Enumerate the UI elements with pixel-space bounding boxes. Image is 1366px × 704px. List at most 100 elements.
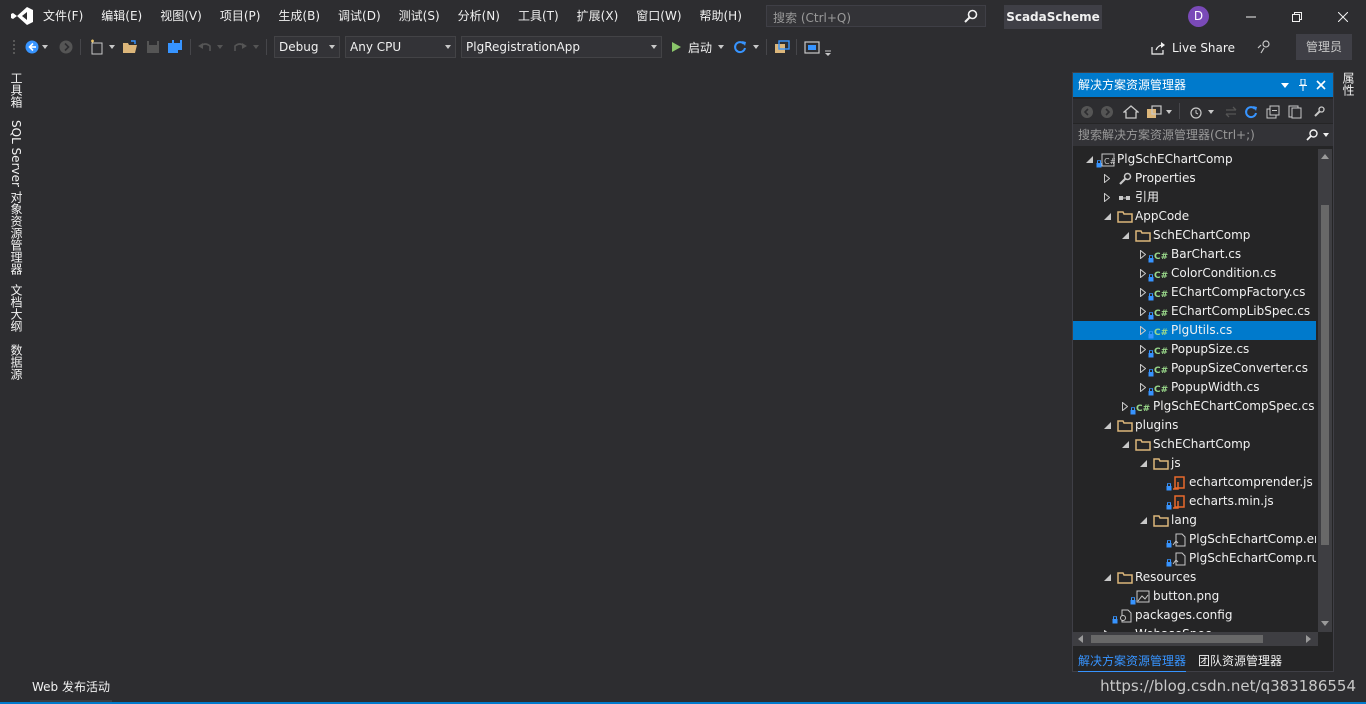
menu-debug[interactable]: 调试(D) <box>329 0 390 33</box>
menu-project[interactable]: 项目(P) <box>211 0 270 33</box>
platform-select[interactable]: Any CPU <box>345 36 456 58</box>
tree-vertical-scrollbar[interactable] <box>1318 149 1332 632</box>
menu-analyze[interactable]: 分析(N) <box>449 0 509 33</box>
menu-extensions[interactable]: 扩展(X) <box>568 0 628 33</box>
tree-row[interactable]: button.png <box>1073 587 1316 606</box>
se-home-button[interactable] <box>1122 102 1140 122</box>
tree-row[interactable]: 引用 <box>1073 188 1316 207</box>
expanded-arrow-icon[interactable] <box>1138 454 1148 473</box>
expanded-arrow-icon[interactable] <box>1084 150 1094 169</box>
quick-search-input[interactable]: 搜索 (Ctrl+Q) <box>766 5 986 27</box>
tree-row[interactable]: SchEChartComp <box>1073 226 1316 245</box>
tree-row[interactable]: Properties <box>1073 169 1316 188</box>
tab-toolbox[interactable]: 工具箱 <box>8 72 24 108</box>
expanded-arrow-icon[interactable] <box>1138 511 1148 530</box>
close-button[interactable] <box>1320 0 1366 33</box>
tree-row[interactable]: C# PlgUtils.cs <box>1073 321 1316 340</box>
tree-row[interactable]: packages.config <box>1073 606 1316 625</box>
tab-properties[interactable]: 属性 <box>1340 72 1356 96</box>
save-all-button[interactable] <box>166 37 184 57</box>
scroll-up-icon[interactable] <box>1321 153 1329 159</box>
tree-row[interactable]: C# PlgSchEChartCompSpec.cs <box>1073 397 1316 416</box>
menu-file[interactable]: 文件(F) <box>34 0 92 33</box>
se-switch-views-button[interactable] <box>1145 102 1163 122</box>
menu-edit[interactable]: 编辑(E) <box>92 0 151 33</box>
tree-row[interactable]: C#PlgSchEChartComp <box>1073 150 1316 169</box>
horizontal-scroll-thumb[interactable] <box>1091 635 1263 643</box>
minimize-button[interactable] <box>1228 0 1274 33</box>
tree-row[interactable]: Resources <box>1073 568 1316 587</box>
user-avatar[interactable]: D <box>1188 6 1209 27</box>
tree-row[interactable]: C# BarChart.cs <box>1073 245 1316 264</box>
tree-row[interactable]: C# EChartCompLibSpec.cs <box>1073 302 1316 321</box>
expanded-arrow-icon[interactable] <box>1102 207 1112 226</box>
se-sync-button[interactable] <box>1223 102 1239 122</box>
collapsed-arrow-icon[interactable] <box>1138 245 1148 264</box>
redo-button[interactable] <box>232 37 248 57</box>
tree-row[interactable]: PlgSchEchartComp.ru.js <box>1073 549 1316 568</box>
collapsed-arrow-icon[interactable] <box>1138 378 1148 397</box>
menu-test[interactable]: 测试(S) <box>390 0 449 33</box>
navigate-forward-button[interactable] <box>58 37 74 57</box>
vertical-scroll-thumb[interactable] <box>1321 205 1329 545</box>
tree-row[interactable]: echarts.min.js <box>1073 492 1316 511</box>
tab-solution-explorer[interactable]: 解决方案资源管理器 <box>1078 651 1187 672</box>
open-file-button[interactable] <box>121 37 139 57</box>
pin-button[interactable] <box>1299 73 1307 97</box>
se-collapse-all-button[interactable] <box>1265 102 1281 122</box>
tree-row[interactable]: PlgSchEchartComp.en.js <box>1073 530 1316 549</box>
back-dropdown[interactable] <box>41 37 49 57</box>
collapsed-arrow-icon[interactable] <box>1138 359 1148 378</box>
tree-row[interactable]: C# EChartCompFactory.cs <box>1073 283 1316 302</box>
collapsed-arrow-icon[interactable] <box>1138 302 1148 321</box>
se-refresh-button[interactable] <box>1243 102 1259 122</box>
navigate-back-button[interactable] <box>24 37 40 57</box>
new-dropdown[interactable] <box>108 37 116 57</box>
redo-dropdown[interactable] <box>252 37 260 57</box>
collapsed-arrow-icon[interactable] <box>1102 169 1112 188</box>
tree-row[interactable]: C# ColorCondition.cs <box>1073 264 1316 283</box>
tree-row[interactable]: lang <box>1073 511 1316 530</box>
solution-search-input[interactable]: 搜索解决方案资源管理器(Ctrl+;) <box>1073 124 1333 146</box>
tree-row[interactable]: C# PopupSizeConverter.cs <box>1073 359 1316 378</box>
menu-tools[interactable]: 工具(T) <box>509 0 568 33</box>
web-publish-activity-tab[interactable]: Web 发布活动 <box>32 678 110 696</box>
refresh-button[interactable] <box>731 37 749 57</box>
collapsed-arrow-icon[interactable] <box>1138 340 1148 359</box>
tab-document-outline[interactable]: 文档大纲 <box>8 284 24 332</box>
tree-row[interactable]: C# PopupSize.cs <box>1073 340 1316 359</box>
new-project-button[interactable] <box>88 37 106 57</box>
tree-row[interactable]: echartcomprender.js <box>1073 473 1316 492</box>
browser-link-button[interactable] <box>773 37 791 57</box>
refresh-dropdown[interactable] <box>751 37 761 57</box>
menu-window[interactable]: 窗口(W) <box>627 0 690 33</box>
undo-button[interactable] <box>197 37 213 57</box>
expanded-arrow-icon[interactable] <box>1120 435 1130 454</box>
menu-view[interactable]: 视图(V) <box>151 0 211 33</box>
collapsed-arrow-icon[interactable] <box>1138 283 1148 302</box>
configuration-select[interactable]: Debug <box>274 36 340 58</box>
se-forward-button[interactable] <box>1099 102 1115 122</box>
tree-horizontal-scrollbar[interactable] <box>1073 632 1318 646</box>
collapsed-arrow-icon[interactable] <box>1138 321 1148 340</box>
startup-project-select[interactable]: PlgRegistrationApp <box>461 36 662 58</box>
expanded-arrow-icon[interactable] <box>1102 416 1112 435</box>
se-switch-views-dropdown[interactable] <box>1165 102 1173 122</box>
menu-help[interactable]: 帮助(H) <box>691 0 751 33</box>
tree-row[interactable]: AppCode <box>1073 207 1316 226</box>
se-show-all-files-button[interactable] <box>1287 102 1303 122</box>
feedback-button[interactable] <box>1256 37 1274 57</box>
collapsed-arrow-icon[interactable] <box>1138 264 1148 283</box>
panel-close-button[interactable] <box>1316 73 1326 97</box>
tab-data-sources[interactable]: 数据源 <box>8 344 24 380</box>
se-back-button[interactable] <box>1079 102 1095 122</box>
se-filter-dropdown[interactable] <box>1207 102 1215 122</box>
scroll-down-icon[interactable] <box>1321 621 1329 627</box>
restore-button[interactable] <box>1274 0 1320 33</box>
start-dropdown[interactable] <box>716 37 726 57</box>
se-properties-button[interactable] <box>1311 102 1327 122</box>
start-debugging-button[interactable]: 启动 <box>670 37 718 57</box>
toolbar-overflow[interactable] <box>823 43 833 63</box>
collapsed-arrow-icon[interactable] <box>1120 397 1130 416</box>
tree-row[interactable]: plugins <box>1073 416 1316 435</box>
